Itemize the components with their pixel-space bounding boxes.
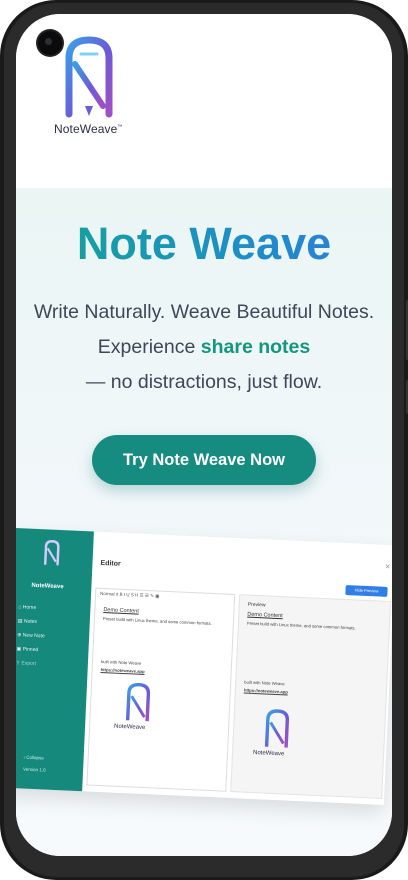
preview-render-body: Preset build with Linux theme, and some … <box>246 620 356 631</box>
preview-demo-title: Demo Content <box>103 607 139 615</box>
preview-render-box: Preview Demo Content Preset build with L… <box>230 594 392 799</box>
hero-tagline-line2: Experience share notes <box>16 335 392 359</box>
preview-toolbar: Normal ¢ B I U S H ☰ ☰ ✎ ▣ <box>100 590 160 599</box>
try-now-button[interactable]: Try Note Weave Now <box>92 435 316 485</box>
front-camera <box>38 31 62 55</box>
tagline-prefix: Experience <box>97 336 201 358</box>
preview-version: Version 1.0 <box>22 766 46 773</box>
preview-hide-button: Hide Preview <box>345 585 388 597</box>
preview-demo-body: Preset build with Linux theme, and some … <box>102 616 212 626</box>
preview-nav-home: ⌂ Home <box>18 604 37 611</box>
preview-render-logo-text: NoteWeave <box>252 749 285 758</box>
preview-editor-box: Normal ¢ B I U S H ☰ ☰ ✎ ▣ Demo Content … <box>86 587 236 792</box>
preview-render-link: https://noteweave.app <box>243 687 288 695</box>
hero-tagline-line3: — no distractions, just flow. <box>85 371 323 393</box>
noteweave-logo-icon[interactable] <box>63 36 115 118</box>
preview-render-title: Demo Content <box>247 611 283 620</box>
preview-brand: NoteWeave <box>31 582 64 591</box>
preview-editor-title: Editor <box>100 559 121 568</box>
hero-tagline-line1: Write Naturally. Weave Beautiful Notes. <box>33 301 375 323</box>
app-preview-image: NoteWeave ⌂ Home ▤ Notes ⊕ New Note ▣ Pi… <box>16 528 392 805</box>
preview-main: ✕ Editor Hide Preview Normal ¢ B I U S H… <box>82 532 392 805</box>
preview-label: Preview <box>247 601 266 609</box>
preview-collapse: ‹ Collapse <box>23 754 44 761</box>
site-header: NoteWeave™ <box>16 14 392 188</box>
preview-nav-notes: ▤ Notes <box>17 618 38 626</box>
preview-render-built-with: built with Note Weave <box>244 679 285 687</box>
preview-render-logo-icon <box>264 709 290 748</box>
preview-editor-logo-icon <box>125 682 151 722</box>
screen: NoteWeave™ Note Weave Write Naturally. W… <box>16 14 392 856</box>
phone-frame: NoteWeave™ Note Weave Write Naturally. W… <box>0 0 408 880</box>
preview-editor-logo-text: NoteWeave <box>113 723 146 732</box>
preview-nav-pinned: ▣ Pinned <box>16 646 39 654</box>
preview-nav-new-note: ⊕ New Note <box>17 632 45 640</box>
preview-close-icon: ✕ <box>384 563 391 572</box>
hero-title: Note Weave <box>16 214 392 274</box>
tagline-highlight: share notes <box>200 336 311 358</box>
preview-link: https://noteweave.app <box>100 666 145 674</box>
hero-section: Note Weave Write Naturally. Weave Beauti… <box>16 188 392 856</box>
preview-logo-icon <box>44 540 60 566</box>
logo-wordmark: NoteWeave™ <box>54 122 123 136</box>
preview-sidebar: NoteWeave ⌂ Home ▤ Notes ⊕ New Note ▣ Pi… <box>16 528 94 792</box>
preview-built-with: built with Note Weave <box>100 658 142 666</box>
preview-nav-export: ⇪ Export <box>16 660 37 668</box>
